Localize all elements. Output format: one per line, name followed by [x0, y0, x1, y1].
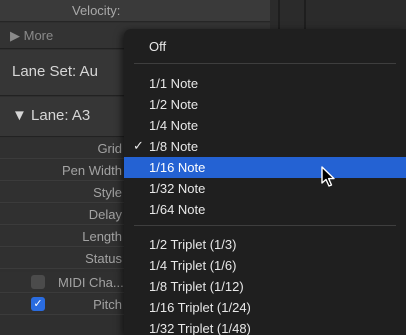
menu-item-label: 1/8 Note [149, 139, 199, 154]
param-label: Status [85, 251, 122, 266]
menu-item-label: 1/2 Note [149, 97, 199, 112]
menu-item-1-32-triplet[interactable]: 1/32 Triplet (1/48) [124, 318, 406, 335]
menu-item-label: Off [149, 39, 167, 54]
menu-item-1-8-triplet[interactable]: 1/8 Triplet (1/12) [124, 276, 406, 297]
menu-item-label: 1/8 Triplet (1/12) [149, 279, 244, 294]
menu-item-1-8-note[interactable]: ✓ 1/8 Note [124, 136, 406, 157]
menu-item-1-32-note[interactable]: 1/32 Note [124, 178, 406, 199]
menu-item-1-4-note[interactable]: 1/4 Note [124, 115, 406, 136]
menu-item-off[interactable]: Off [124, 36, 406, 57]
mouse-pointer-icon [321, 166, 335, 187]
menu-item-label: 1/64 Note [149, 202, 206, 217]
pitch-label: Pitch [93, 297, 122, 312]
menu-item-1-2-note[interactable]: 1/2 Note [124, 94, 406, 115]
midi-channel-checkbox[interactable] [31, 275, 45, 289]
midi-channel-label: MIDI Cha... [58, 275, 124, 290]
param-label: Pen Width [62, 163, 122, 178]
menu-item-label: 1/2 Triplet (1/3) [149, 237, 237, 252]
param-label: Grid [97, 141, 122, 156]
menu-item-1-1-note[interactable]: 1/1 Note [124, 73, 406, 94]
param-label: Style [93, 185, 122, 200]
menu-item-label: 1/16 Triplet (1/24) [149, 300, 251, 315]
menu-item-label: 1/1 Note [149, 76, 199, 91]
menu-item-1-16-note[interactable]: 1/16 Note [124, 157, 406, 178]
menu-item-label: 1/32 Note [149, 181, 206, 196]
velocity-row: Velocity: [0, 0, 270, 22]
menu-separator [134, 225, 396, 226]
menu-separator [134, 63, 396, 64]
menu-item-label: 1/16 Note [149, 160, 206, 175]
checkmark-icon: ✓ [133, 138, 144, 153]
more-label: ▶ More [10, 28, 54, 43]
param-label: Delay [88, 207, 122, 222]
menu-item-1-2-triplet[interactable]: 1/2 Triplet (1/3) [124, 234, 406, 255]
menu-item-label: 1/4 Triplet (1/6) [149, 258, 237, 273]
grid-popup-menu: Off 1/1 Note 1/2 Note 1/4 Note ✓ 1/8 Not… [124, 29, 406, 335]
menu-item-label: 1/32 Triplet (1/48) [149, 321, 251, 335]
menu-item-1-64-note[interactable]: 1/64 Note [124, 199, 406, 220]
param-label: Length [82, 229, 122, 244]
lane-label: ▼ Lane: A3 [12, 107, 91, 124]
pitch-checkbox[interactable]: ✓ [31, 297, 45, 311]
velocity-label: Velocity: [72, 3, 121, 18]
menu-item-1-16-triplet[interactable]: 1/16 Triplet (1/24) [124, 297, 406, 318]
lane-set-label: Lane Set: Au [12, 63, 98, 80]
menu-item-label: 1/4 Note [149, 118, 199, 133]
menu-item-1-4-triplet[interactable]: 1/4 Triplet (1/6) [124, 255, 406, 276]
